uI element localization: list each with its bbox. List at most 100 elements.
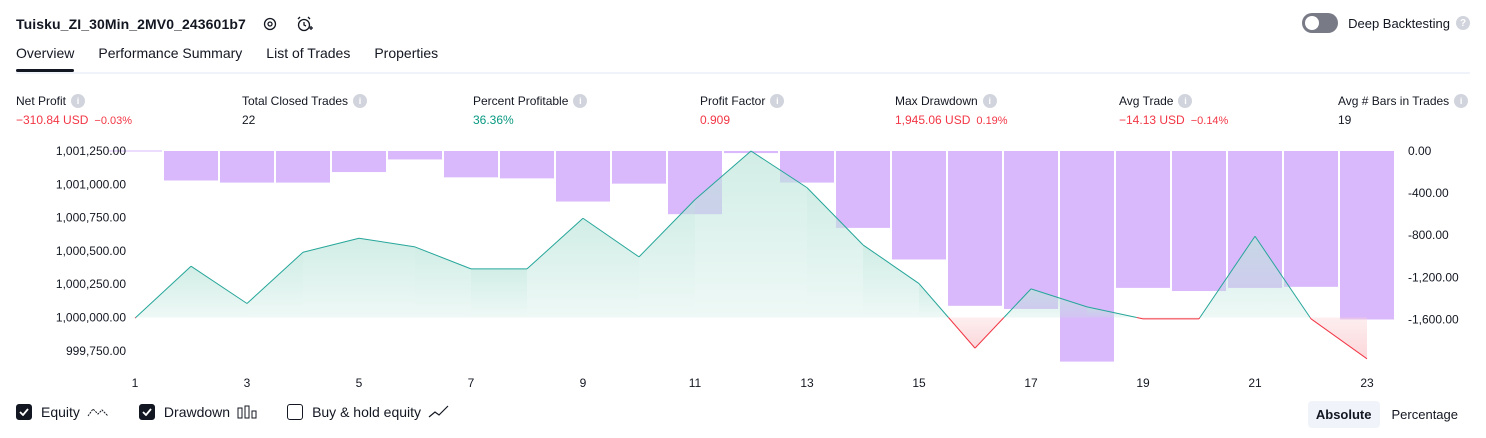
metric-label: Avg Trade [1119,94,1174,108]
tab-performance-summary[interactable]: Performance Summary [98,45,242,69]
chart-legend: Equity Drawdown Buy & hold equity [16,404,480,420]
metric-value: 19 [1338,113,1352,127]
x-axis-label: 7 [468,376,475,390]
left-axis-label: 1,000,500.00 [56,244,126,258]
equity-area [527,218,583,318]
x-axis-label: 1 [132,376,139,390]
metric-label: Profit Factor [700,94,766,108]
drawdown-bar [836,151,890,228]
info-icon[interactable]: i [770,94,785,108]
drawdown-bar [556,151,610,202]
metric-profit-factor: Profit Factor i 0.909 [700,94,785,127]
checkbox-checked[interactable] [16,404,32,420]
drawdown-bar [388,151,442,160]
left-axis-label: 999,750.00 [66,344,126,358]
drawdown-bar [500,151,554,179]
deep-backtesting: Deep Backtesting ? [1302,13,1470,33]
metric-label: Avg # Bars in Trades [1338,94,1450,108]
equity-area [191,266,247,318]
right-axis-label: -800.00 [1408,228,1449,242]
absolute-button[interactable]: Absolute [1307,401,1380,428]
x-axis-label: 23 [1360,376,1374,390]
checkbox-unchecked[interactable] [287,404,304,420]
right-axis-label: -400.00 [1408,186,1449,200]
drawdown-bar [1340,151,1394,320]
drawdown-bar [892,151,946,260]
equity-checkbox[interactable]: Equity [16,404,109,420]
tabs-divider [16,72,1470,74]
toggle-knob [1305,16,1320,30]
info-icon[interactable]: i [353,94,368,108]
strategy-title: Tuisku_ZI_30Min_2MV0_243601b7 [16,16,246,32]
metric-max-drawdown: Max Drawdown i 1,945.06 USD 0.19% [895,94,1008,127]
x-axis-label: 13 [800,376,814,390]
x-axis-label: 19 [1136,376,1150,390]
metric-label: Net Profit [16,94,67,108]
drawdown-bar [612,151,666,184]
buy-hold-line-icon [428,405,450,419]
tab-overview[interactable]: Overview [16,45,75,72]
x-axis-label: 5 [356,376,363,390]
metric-label: Total Closed Trades [242,94,349,108]
checkbox-checked[interactable] [138,404,155,420]
info-icon[interactable]: i [71,94,86,108]
tab-properties[interactable]: Properties [374,45,438,69]
left-axis-label: 1,001,250.00 [56,144,126,158]
x-axis-label: 17 [1024,376,1038,390]
metric-value: 0.909 [700,113,731,127]
report-header: Tuisku_ZI_30Min_2MV0_243601b7 [16,12,314,36]
add-alert-icon[interactable] [294,14,314,34]
x-axis-label: 11 [689,376,702,390]
metric-total-closed-trades: Total Closed Trades i 22 [242,94,368,127]
metric-percent-profitable: Percent Profitable i 36.36% [473,94,588,127]
buy-hold-label: Buy & hold equity [312,404,422,420]
drawdown-checkbox[interactable]: Drawdown [138,404,257,420]
drawdown-bar [164,151,218,181]
info-icon[interactable]: i [1178,94,1193,108]
help-icon[interactable]: ? [1456,16,1470,30]
metric-percent: 0.19% [976,115,1008,127]
left-axis-label: 1,001,000.00 [56,177,126,191]
equity-drawdown-chart[interactable]: 1,001,250.00 1,001,000.00 1,000,750.00 1,00… [0,140,1486,398]
x-axis-label: 21 [1248,376,1262,390]
left-axis-label: 1,000,250.00 [56,277,126,291]
left-axis-label: 1,000,750.00 [56,211,126,225]
metric-avg-bars: Avg # Bars in Trades i 19 [1338,94,1469,127]
equity-line-icon [87,405,109,419]
right-axis-label: -1,200.00 [1408,270,1459,284]
info-icon[interactable]: i [573,94,588,108]
display-mode: Absolute Percentage [1304,401,1466,428]
metric-value: −14.13 USD [1119,113,1185,127]
equity-area [471,268,527,318]
buy-hold-checkbox[interactable]: Buy & hold equity [287,404,450,420]
metric-value: 36.36% [473,113,514,127]
metric-value: −310.84 USD [16,113,89,127]
info-icon[interactable]: i [1454,94,1469,108]
metric-value: 1,945.06 USD [895,113,971,127]
equity-area [359,238,415,318]
right-axis-label: 0.00 [1408,144,1432,158]
drawdown-bar [220,151,274,183]
metric-label: Percent Profitable [473,94,569,108]
x-axis-label: 9 [580,376,587,390]
tab-list-of-trades[interactable]: List of Trades [266,45,350,69]
drawdown-bars-icon [237,405,257,419]
equity-label: Equity [41,404,80,420]
equity-negative-segment [134,317,137,319]
drawdown-bar [1284,151,1338,287]
drawdown-bar [332,151,386,173]
x-axis-label: 3 [244,376,251,390]
info-icon[interactable]: i [982,94,997,108]
metric-value: 22 [242,113,256,127]
deep-backtesting-toggle[interactable] [1302,13,1339,33]
drawdown-bar [1004,151,1058,309]
report-tabs: Overview Performance Summary List of Tra… [16,45,462,72]
drawdown-bar [276,151,330,183]
x-axis-label: 15 [912,376,926,390]
settings-icon[interactable] [260,14,280,34]
equity-area [639,199,695,318]
percentage-button[interactable]: Percentage [1384,401,1467,428]
metric-percent: −0.03% [94,115,133,127]
drawdown-bar [1172,151,1226,292]
equity-area [583,218,639,318]
